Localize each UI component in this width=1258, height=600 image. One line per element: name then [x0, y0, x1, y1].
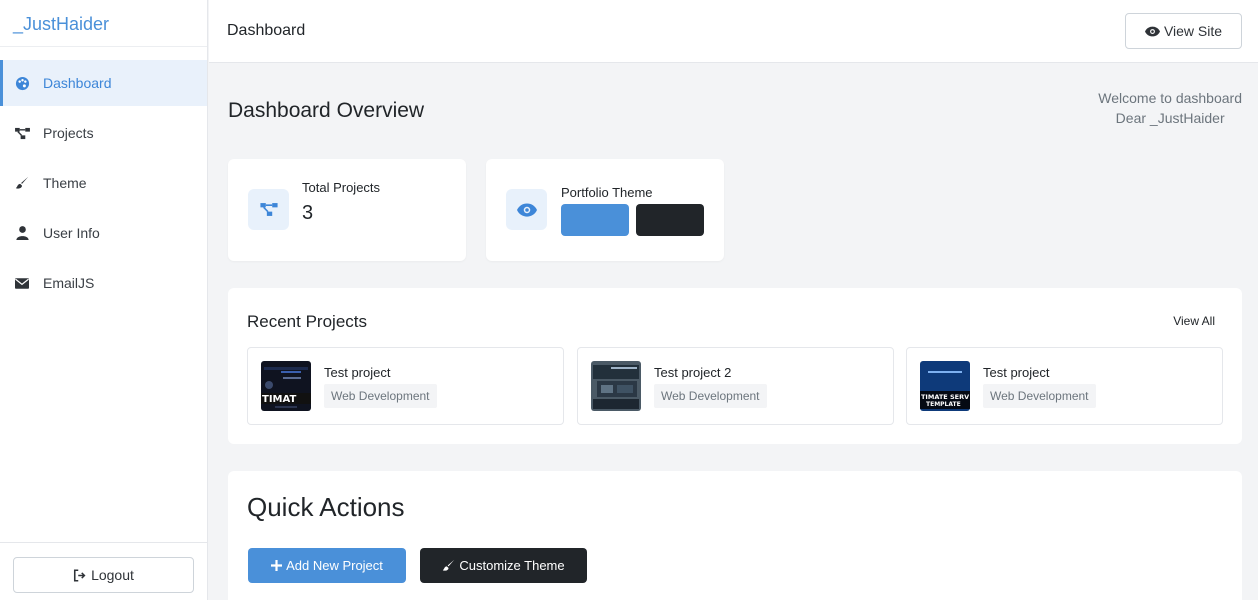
add-new-project-button[interactable]: Add New Project [248, 548, 406, 583]
paintbrush-icon [442, 559, 455, 572]
page-title: Dashboard [227, 22, 306, 39]
sidebar-item-label: Projects [43, 125, 94, 141]
palette-icon [14, 75, 30, 91]
sidebar-item-dashboard[interactable]: Dashboard [0, 60, 207, 106]
view-all-link[interactable]: View All [1173, 314, 1215, 328]
project-thumbnail: TIMATE SERV TEMPLATE [920, 361, 970, 411]
project-thumbnail: TIMAT [261, 361, 311, 411]
project-category-badge: Web Development [983, 384, 1096, 408]
project-category-badge: Web Development [654, 384, 767, 408]
svg-text:TIMAT: TIMAT [262, 394, 296, 405]
project-category-badge: Web Development [324, 384, 437, 408]
svg-text:TEMPLATE: TEMPLATE [926, 401, 961, 408]
eye-icon [1144, 26, 1160, 36]
add-new-project-label: Add New Project [286, 558, 383, 573]
project-thumbnail [591, 361, 641, 411]
project-card[interactable]: TIMAT Test project Web Development [247, 347, 564, 425]
sidebar-item-theme[interactable]: Theme [0, 160, 207, 206]
logout-button[interactable]: Logout [13, 557, 194, 593]
overview-title: Dashboard Overview [228, 99, 425, 122]
topbar: Dashboard View Site [209, 0, 1258, 63]
sidebar: _JustHaider Dashboard Projects Theme Use… [0, 0, 208, 600]
sidebar-item-label: User Info [43, 225, 100, 241]
sign-out-icon [74, 568, 86, 582]
envelope-icon [14, 275, 30, 291]
welcome-message: Welcome to dashboard Dear _JustHaider [1098, 88, 1242, 128]
svg-text:TIMATE SERV: TIMATE SERV [921, 393, 969, 401]
sidebar-footer: Logout [0, 542, 207, 600]
plus-icon [271, 560, 283, 571]
sidebar-item-label: Theme [43, 175, 87, 191]
theme-color-swatch-primary[interactable] [561, 204, 629, 236]
portfolio-theme-card: Portfolio Theme [486, 159, 724, 261]
project-card[interactable]: Test project 2 Web Development [577, 347, 894, 425]
view-site-label: View Site [1163, 23, 1223, 39]
brand-logo[interactable]: _JustHaider [0, 0, 207, 47]
project-card[interactable]: TIMATE SERV TEMPLATE Test project Web Dev… [906, 347, 1223, 425]
sidebar-item-label: Dashboard [43, 75, 112, 91]
quick-actions-card: Quick Actions Add New Project Customize … [228, 471, 1242, 600]
total-projects-value: 3 [302, 202, 314, 224]
user-icon [14, 225, 30, 241]
project-name: Test project [983, 365, 1050, 380]
paintbrush-icon [14, 175, 30, 191]
view-site-button[interactable]: View Site [1125, 13, 1242, 49]
recent-projects-card: Recent Projects View All TIMAT Test proj… [228, 288, 1242, 444]
welcome-name: Dear _JustHaider [1115, 110, 1225, 126]
sidebar-item-emailjs[interactable]: EmailJS [0, 260, 207, 306]
project-diagram-icon [248, 189, 289, 230]
project-diagram-icon [14, 125, 30, 141]
sidebar-item-projects[interactable]: Projects [0, 110, 207, 156]
welcome-line: Welcome to dashboard [1098, 90, 1242, 106]
quick-actions-title: Quick Actions [247, 492, 405, 522]
customize-theme-button[interactable]: Customize Theme [420, 548, 587, 583]
portfolio-theme-label: Portfolio Theme [561, 185, 653, 200]
project-name: Test project [324, 365, 391, 380]
customize-theme-label: Customize Theme [459, 558, 565, 573]
total-projects-card: Total Projects 3 [228, 159, 466, 261]
theme-color-swatch-dark[interactable] [636, 204, 704, 236]
total-projects-label: Total Projects [302, 180, 381, 195]
sidebar-item-label: EmailJS [43, 275, 95, 291]
sidebar-item-user-info[interactable]: User Info [0, 210, 207, 256]
recent-projects-title: Recent Projects [247, 312, 367, 331]
project-name: Test project 2 [654, 365, 732, 380]
eye-icon [506, 189, 547, 230]
logout-label: Logout [91, 567, 134, 583]
sidebar-nav: Dashboard Projects Theme User Info Email… [0, 60, 207, 306]
